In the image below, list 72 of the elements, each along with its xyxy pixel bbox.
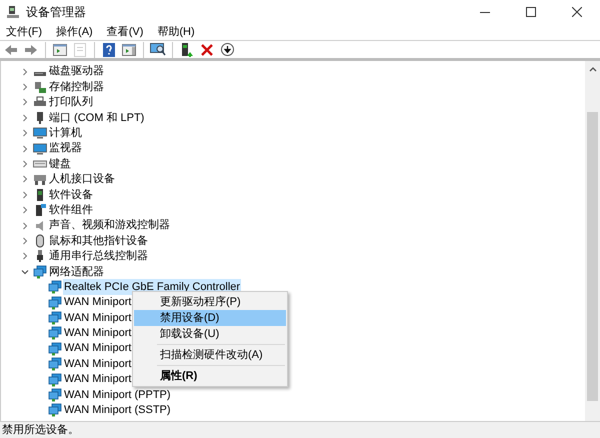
network-adapter-icon [48, 326, 62, 340]
monitor-icon [33, 126, 47, 140]
tree-item[interactable]: 通用串行总线控制器 [49, 248, 148, 265]
device-manager-icon [6, 5, 20, 19]
context-menu-item[interactable]: 更新驱动程序(P) [134, 294, 286, 310]
tree-item[interactable]: WAN Miniport [63, 310, 132, 326]
context-menu-item[interactable]: 扫描检测硬件改动(A) [134, 347, 286, 363]
software-component-icon [33, 203, 47, 218]
network-adapter-icon [48, 280, 62, 294]
tree-item[interactable]: WAN Miniport [63, 325, 132, 342]
download-button[interactable] [218, 40, 236, 58]
tree-item[interactable]: 磁盘驱动器 [49, 63, 104, 80]
window-title: 设备管理器 [26, 4, 86, 21]
expand-chevron-icon[interactable] [21, 160, 29, 168]
scrollbar[interactable] [585, 61, 600, 421]
disk-drive-icon [34, 72, 46, 76]
menu-item[interactable]: 查看(V) [106, 24, 144, 40]
tree-item[interactable]: 鼠标和其他指针设备 [49, 232, 148, 250]
tree-item[interactable]: WAN Miniport [63, 294, 132, 311]
network-adapter-icon [33, 264, 47, 279]
tree-item[interactable]: 监视器 [49, 140, 82, 157]
storage-controller-icon [33, 80, 47, 94]
context-menu-item[interactable]: 禁用设备(D) [134, 310, 286, 326]
tree-item[interactable]: 声音、视频和游戏控制器 [49, 217, 170, 234]
tree-item[interactable]: 计算机 [49, 125, 82, 142]
context-menu-item[interactable]: 卸载设备(U) [134, 326, 286, 342]
input-device-icon [33, 172, 47, 186]
network-adapter-icon [48, 296, 62, 310]
expand-chevron-icon[interactable] [21, 252, 29, 260]
tree-item[interactable]: WAN Miniport (PPTP) [63, 386, 172, 404]
expand-chevron-icon[interactable] [21, 114, 29, 122]
network-adapter-icon [48, 357, 62, 372]
expand-chevron-icon[interactable] [21, 144, 29, 153]
scroll-up-icon[interactable] [588, 67, 596, 72]
expand-chevron-icon[interactable] [21, 236, 29, 245]
tree-item[interactable]: WAN Miniport [63, 371, 132, 388]
maximize-icon [526, 7, 536, 17]
close-icon [572, 7, 582, 17]
expand-chevron-icon[interactable] [21, 68, 29, 76]
network-adapter-icon [48, 372, 62, 386]
expand-chevron-icon[interactable] [21, 222, 29, 230]
tree-item[interactable]: 键盘 [49, 156, 71, 172]
mouse-icon [33, 234, 47, 248]
menu-item[interactable]: 操作(A) [56, 24, 93, 40]
expand-chevron-icon[interactable] [21, 190, 29, 199]
tree-item[interactable]: WAN Miniport (SSTP) [63, 402, 172, 419]
expand-chevron-icon[interactable] [21, 98, 29, 106]
tree-item[interactable]: 端口 (COM 和 LPT) [49, 110, 144, 126]
network-adapter-icon [48, 388, 62, 402]
network-adapter-icon [48, 403, 62, 418]
expand-chevron-icon[interactable] [21, 175, 29, 184]
scrollbar-thumb[interactable] [587, 112, 598, 401]
network-adapter-icon [48, 310, 62, 325]
context-menu-item[interactable]: 属性(R) [134, 368, 286, 384]
expand-chevron-icon[interactable] [21, 129, 29, 138]
tree-item[interactable]: 网络适配器 [49, 264, 104, 280]
expand-chevron-icon[interactable] [21, 206, 29, 214]
tree-item[interactable]: 软件设备 [49, 186, 93, 204]
expand-chevron-icon[interactable] [21, 83, 29, 92]
collapse-chevron-icon[interactable] [21, 268, 29, 276]
tree-item[interactable]: 软件组件 [49, 202, 93, 218]
tree-item[interactable]: 打印队列 [49, 94, 93, 111]
tree-item[interactable]: 人机接口设备 [49, 171, 115, 188]
tree-item[interactable]: WAN Miniport [63, 356, 132, 372]
network-adapter-icon [48, 342, 62, 356]
monitor-icon [33, 142, 47, 156]
menu-item[interactable]: 文件(F) [6, 24, 42, 40]
menu-item[interactable]: 帮助(H) [157, 24, 195, 40]
tree-item[interactable]: 存储控制器 [49, 78, 104, 96]
status-text: 禁用所选设备。 [2, 422, 79, 438]
help-button[interactable] [100, 40, 118, 58]
tree-item[interactable]: WAN Miniport [63, 340, 132, 357]
